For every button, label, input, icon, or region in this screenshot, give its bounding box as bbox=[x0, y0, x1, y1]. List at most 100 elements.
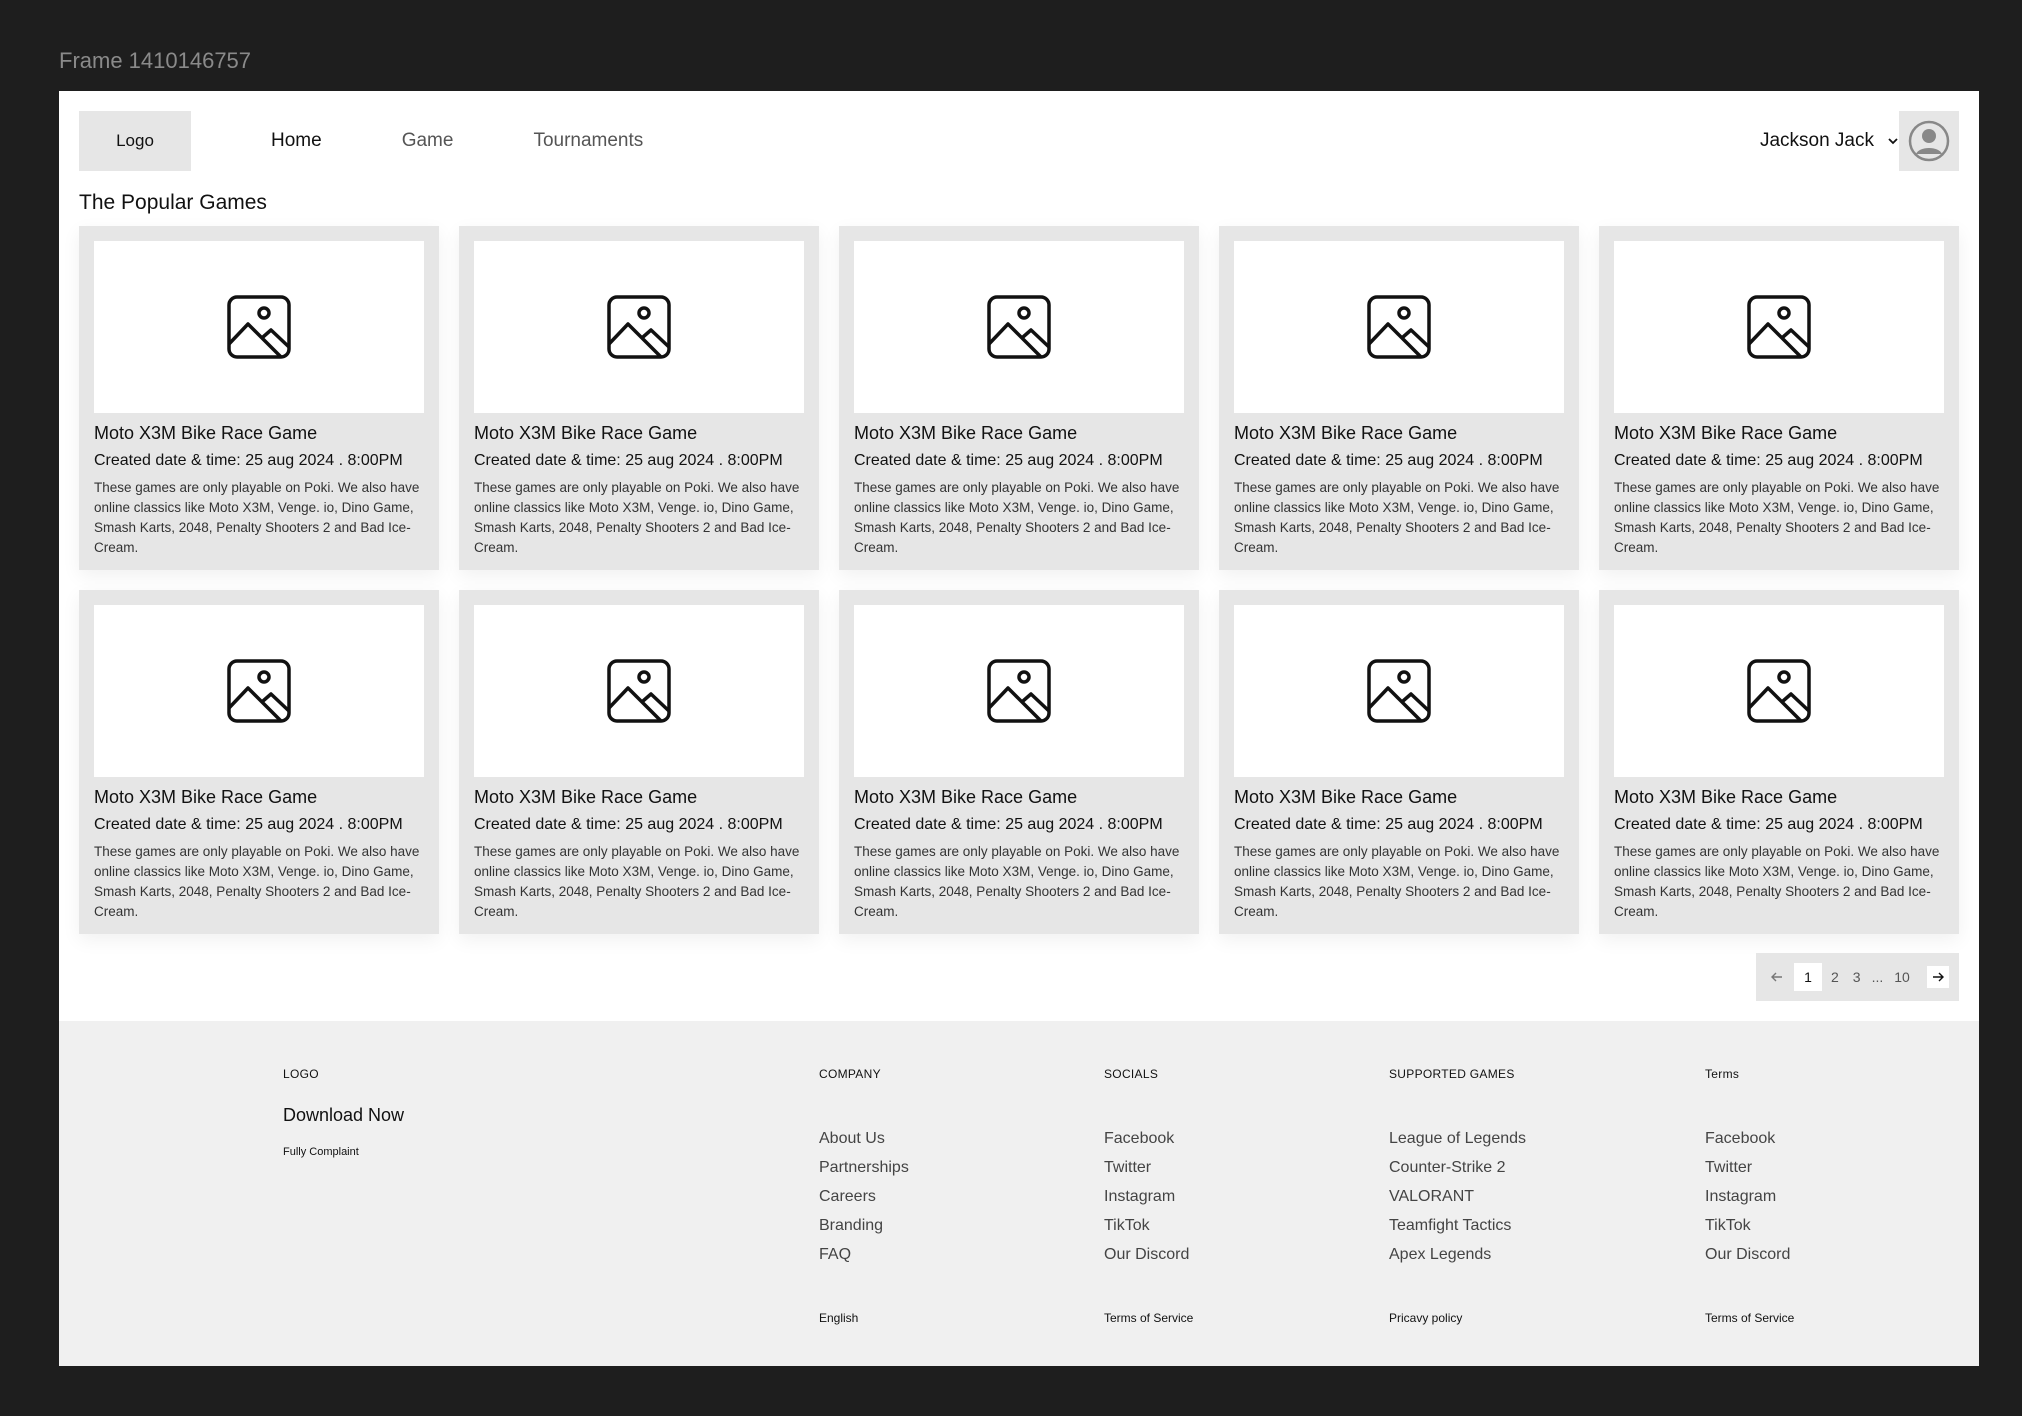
section-title: The Popular Games bbox=[79, 191, 267, 214]
footer-link[interactable]: Twitter bbox=[1705, 1158, 1790, 1187]
footer-logo[interactable]: LOGO bbox=[283, 1067, 404, 1081]
footer-link[interactable]: Twitter bbox=[1104, 1158, 1189, 1187]
game-card[interactable]: Moto X3M Bike Race Game Created date & ti… bbox=[1219, 590, 1579, 934]
game-card[interactable]: Moto X3M Bike Race Game Created date & ti… bbox=[839, 226, 1199, 570]
game-thumbnail bbox=[474, 605, 804, 777]
footer-column: COMPANY About Us Partnerships Careers Brandi… bbox=[819, 1067, 909, 1274]
game-thumbnail bbox=[854, 605, 1184, 777]
game-thumbnail bbox=[854, 241, 1184, 413]
footer-link[interactable]: Instagram bbox=[1104, 1187, 1189, 1216]
game-description: These games are only playable on Poki. W… bbox=[1234, 480, 1560, 555]
game-card[interactable]: Moto X3M Bike Race Game Created date & ti… bbox=[79, 590, 439, 934]
footer-link[interactable]: About Us bbox=[819, 1129, 909, 1158]
game-date: Created date & time: 25 aug 2024 . 8:00P… bbox=[1614, 452, 1923, 469]
footer-column-heading: COMPANY bbox=[819, 1067, 881, 1081]
user-menu[interactable]: Jackson Jack bbox=[1760, 111, 1900, 171]
frame-label: Frame 1410146757 bbox=[59, 48, 252, 73]
footer-link[interactable]: Facebook bbox=[1104, 1129, 1189, 1158]
game-card[interactable]: Moto X3M Bike Race Game Created date & ti… bbox=[1219, 226, 1579, 570]
footer-link[interactable]: Instagram bbox=[1705, 1187, 1790, 1216]
game-description: These games are only playable on Poki. W… bbox=[1614, 844, 1940, 919]
footer-brand: LOGO Download Now Fully Complaint bbox=[283, 1067, 404, 1158]
games-grid: Moto X3M Bike Race Game Created date & ti… bbox=[79, 226, 1959, 934]
footer-bottom-link[interactable]: English bbox=[819, 1311, 858, 1325]
fully-complaint-text: Fully Complaint bbox=[283, 1146, 359, 1158]
page-frame: Logo Home Game Tournaments Jackson Jack … bbox=[59, 91, 1979, 1366]
footer-link[interactable]: TikTok bbox=[1705, 1216, 1790, 1245]
footer-bottom-link[interactable]: Terms of Service bbox=[1705, 1311, 1794, 1325]
game-date: Created date & time: 25 aug 2024 . 8:00P… bbox=[474, 816, 783, 833]
arrow-right-icon bbox=[1932, 972, 1944, 982]
footer-bottom-link[interactable]: Terms of Service bbox=[1104, 1311, 1193, 1325]
footer-link[interactable]: League of Legends bbox=[1389, 1129, 1526, 1158]
footer-link[interactable]: Facebook bbox=[1705, 1129, 1790, 1158]
image-placeholder-icon bbox=[607, 659, 671, 723]
nav-item-game[interactable]: Game bbox=[402, 130, 454, 152]
game-thumbnail bbox=[94, 241, 424, 413]
image-placeholder-icon bbox=[1747, 295, 1811, 359]
game-thumbnail bbox=[1614, 605, 1944, 777]
game-title: Moto X3M Bike Race Game bbox=[474, 423, 698, 443]
game-description: These games are only playable on Poki. W… bbox=[474, 844, 800, 919]
footer-link[interactable]: Teamfight Tactics bbox=[1389, 1216, 1526, 1245]
user-circle-icon bbox=[1908, 120, 1950, 162]
footer-link[interactable]: Careers bbox=[819, 1187, 909, 1216]
game-description: These games are only playable on Poki. W… bbox=[94, 844, 420, 919]
main-nav: Home Game Tournaments bbox=[271, 111, 723, 171]
game-card[interactable]: Moto X3M Bike Race Game Created date & ti… bbox=[1599, 226, 1959, 570]
nav-item-tournaments[interactable]: Tournaments bbox=[533, 130, 643, 152]
game-date: Created date & time: 25 aug 2024 . 8:00P… bbox=[1234, 816, 1543, 833]
image-placeholder-icon bbox=[987, 295, 1051, 359]
footer-column: SOCIALS Facebook Twitter Instagram TikTok Our… bbox=[1104, 1067, 1189, 1274]
game-title: Moto X3M Bike Race Game bbox=[94, 787, 318, 807]
footer-link[interactable]: Apex Legends bbox=[1389, 1245, 1526, 1274]
image-placeholder-icon bbox=[1747, 659, 1811, 723]
footer-link[interactable]: Our Discord bbox=[1104, 1245, 1189, 1274]
game-description: These games are only playable on Poki. W… bbox=[474, 480, 800, 555]
footer-link[interactable]: TikTok bbox=[1104, 1216, 1189, 1245]
page-1[interactable]: 1 bbox=[1794, 963, 1822, 991]
header: Logo Home Game Tournaments Jackson Jack bbox=[59, 91, 1979, 201]
download-now-link[interactable]: Download Now bbox=[283, 1105, 404, 1126]
game-card[interactable]: Moto X3M Bike Race Game Created date & ti… bbox=[459, 590, 819, 934]
game-date: Created date & time: 25 aug 2024 . 8:00P… bbox=[854, 816, 1163, 833]
logo[interactable]: Logo bbox=[79, 111, 191, 171]
game-card[interactable]: Moto X3M Bike Race Game Created date & ti… bbox=[1599, 590, 1959, 934]
game-card[interactable]: Moto X3M Bike Race Game Created date & ti… bbox=[459, 226, 819, 570]
game-title: Moto X3M Bike Race Game bbox=[1614, 787, 1838, 807]
pagination-prev-button[interactable] bbox=[1766, 966, 1788, 988]
game-title: Moto X3M Bike Race Game bbox=[1614, 423, 1838, 443]
footer-link[interactable]: Partnerships bbox=[819, 1158, 909, 1187]
game-card[interactable]: Moto X3M Bike Race Game Created date & ti… bbox=[839, 590, 1199, 934]
game-date: Created date & time: 25 aug 2024 . 8:00P… bbox=[94, 816, 403, 833]
game-card[interactable]: Moto X3M Bike Race Game Created date & ti… bbox=[79, 226, 439, 570]
arrow-left-icon bbox=[1771, 972, 1782, 982]
footer-link[interactable]: Branding bbox=[819, 1216, 909, 1245]
page-2[interactable]: 2 bbox=[1824, 969, 1846, 985]
game-description: These games are only playable on Poki. W… bbox=[1234, 844, 1560, 919]
pagination-ellipsis: ... bbox=[1871, 969, 1884, 985]
image-placeholder-icon bbox=[227, 659, 291, 723]
game-description: These games are only playable on Poki. W… bbox=[94, 480, 420, 555]
footer-bottom-link[interactable]: Pricavy policy bbox=[1389, 1311, 1462, 1325]
footer-link[interactable]: VALORANT bbox=[1389, 1187, 1526, 1216]
page-10[interactable]: 10 bbox=[1887, 969, 1917, 985]
game-title: Moto X3M Bike Race Game bbox=[94, 423, 318, 443]
game-thumbnail bbox=[1234, 605, 1564, 777]
footer-link[interactable]: FAQ bbox=[819, 1245, 909, 1274]
game-title: Moto X3M Bike Race Game bbox=[1234, 787, 1458, 807]
game-date: Created date & time: 25 aug 2024 . 8:00P… bbox=[854, 452, 1163, 469]
chevron-down-icon bbox=[1888, 138, 1898, 145]
avatar[interactable] bbox=[1899, 111, 1959, 171]
image-placeholder-icon bbox=[987, 659, 1051, 723]
pagination-next-button[interactable] bbox=[1926, 966, 1949, 988]
footer: LOGO Download Now Fully Complaint COMPAN… bbox=[59, 1021, 1979, 1366]
footer-link[interactable]: Counter-Strike 2 bbox=[1389, 1158, 1526, 1187]
game-thumbnail bbox=[1234, 241, 1564, 413]
nav-item-home[interactable]: Home bbox=[271, 130, 322, 152]
image-placeholder-icon bbox=[607, 295, 671, 359]
footer-link[interactable]: Our Discord bbox=[1705, 1245, 1790, 1274]
page-3[interactable]: 3 bbox=[1846, 969, 1868, 985]
game-date: Created date & time: 25 aug 2024 . 8:00P… bbox=[94, 452, 403, 469]
game-title: Moto X3M Bike Race Game bbox=[854, 423, 1078, 443]
